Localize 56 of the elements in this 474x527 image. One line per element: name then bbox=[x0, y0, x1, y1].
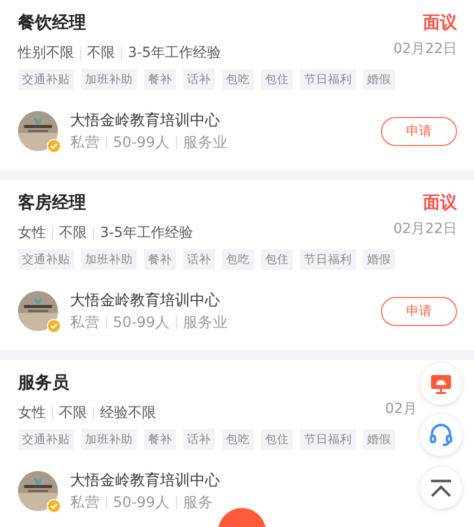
benefit-tag: 包住 bbox=[261, 69, 293, 90]
benefit-tag: 餐补 bbox=[144, 69, 176, 90]
post-date: 02月22日 bbox=[393, 40, 457, 58]
benefit-tag: 包吃 bbox=[222, 429, 254, 450]
benefit-tag: 婚假 bbox=[363, 249, 395, 270]
company-info: 50-99人 bbox=[113, 494, 170, 512]
benefit-tag: 包住 bbox=[261, 249, 293, 270]
company-name: 大悟金岭教育培训中心 bbox=[70, 471, 220, 489]
company-name: 大悟金岭教育培训中心 bbox=[70, 291, 220, 309]
benefit-tag: 节日福利 bbox=[300, 249, 356, 270]
post-date: 02月22日 bbox=[393, 220, 457, 238]
company-info: 私营 bbox=[70, 134, 100, 152]
job-title: 餐饮经理 bbox=[18, 12, 86, 35]
company-info: 服务业 bbox=[183, 314, 228, 332]
company-name: 大悟金岭教育培训中心 bbox=[70, 111, 220, 129]
company-info: 服务 bbox=[183, 494, 214, 512]
requirement: 3-5年工作经验 bbox=[100, 224, 193, 243]
benefit-tag: 节日福利 bbox=[300, 429, 356, 450]
requirement: 不限 bbox=[59, 224, 87, 243]
company-info: 服务业 bbox=[183, 134, 228, 152]
benefit-tag: 包住 bbox=[261, 429, 293, 450]
post-date: 02月 bbox=[385, 400, 417, 418]
requirement: 女性 bbox=[18, 404, 46, 423]
job-title: 服务员 bbox=[18, 372, 69, 395]
salary: 面议 bbox=[423, 192, 457, 215]
benefit-tag: 节日福利 bbox=[300, 69, 356, 90]
requirement: 经验不限 bbox=[100, 404, 156, 423]
benefit-tag: 交通补贴 bbox=[18, 249, 74, 270]
job-card[interactable]: 服务员 女性 不限 经验不限 02月 交通补贴 加班补助 餐补 话补 包吃 包住 节日福利 婚假 大悟金岭教育培训中心 私营 50-99人 服务 bbox=[0, 360, 474, 527]
company-info: 50-99人 bbox=[113, 134, 170, 152]
company-info: 私营 bbox=[70, 314, 100, 332]
requirement: 性别不限 bbox=[18, 44, 74, 63]
benefit-tag: 加班补助 bbox=[81, 249, 137, 270]
requirement: 不限 bbox=[87, 44, 115, 63]
benefit-tag: 婚假 bbox=[363, 69, 395, 90]
job-card[interactable]: 客房经理 面议 女性 不限 3-5年工作经验 02月22日 交通补贴 加班补助 餐补 话补 包吃 包住 节日福利 婚假 大悟金岭教育培训中心 私营 50-99人 服务业 申请 bbox=[0, 180, 474, 350]
benefit-tag: 交通补贴 bbox=[18, 69, 74, 90]
company-info: 私营 bbox=[70, 494, 100, 512]
benefit-tag: 餐补 bbox=[144, 429, 176, 450]
benefit-tag: 包吃 bbox=[222, 69, 254, 90]
benefit-tag: 话补 bbox=[183, 429, 215, 450]
job-card[interactable]: 餐饮经理 面议 性别不限 不限 3-5年工作经验 02月22日 交通补贴 加班补助 餐补 话补 包吃 包住 节日福利 婚假 大悟金岭教育培训中心 私营 50-99人 服务业 申请 bbox=[0, 0, 474, 170]
benefit-tag: 加班补助 bbox=[81, 429, 137, 450]
benefit-tag: 加班补助 bbox=[81, 69, 137, 90]
benefit-tag: 交通补贴 bbox=[18, 429, 74, 450]
salary: 面议 bbox=[423, 12, 457, 35]
benefit-tag: 婚假 bbox=[363, 429, 395, 450]
requirement: 不限 bbox=[59, 404, 87, 423]
requirement: 3-5年工作经验 bbox=[128, 44, 221, 63]
benefit-tag: 餐补 bbox=[144, 249, 176, 270]
benefit-tag: 话补 bbox=[183, 69, 215, 90]
benefit-tag: 包吃 bbox=[222, 249, 254, 270]
benefit-tag: 话补 bbox=[183, 249, 215, 270]
job-title: 客房经理 bbox=[18, 192, 86, 215]
company-info: 50-99人 bbox=[113, 314, 170, 332]
requirement: 女性 bbox=[18, 224, 46, 243]
